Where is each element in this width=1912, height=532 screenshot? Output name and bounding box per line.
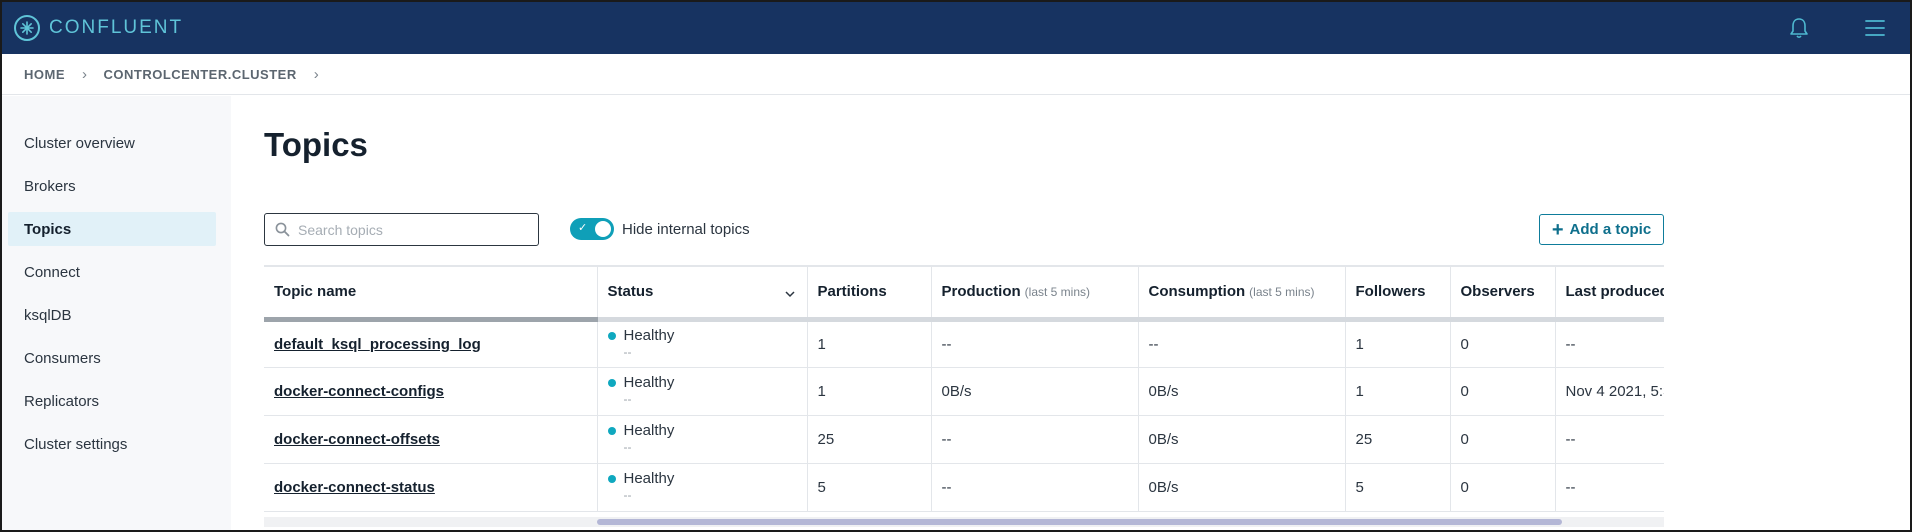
- column-header-topic-name[interactable]: Topic name: [264, 267, 598, 322]
- confluent-logo[interactable]: CONFLUENT: [14, 15, 183, 41]
- status-cell: Healthy --: [597, 463, 808, 512]
- consumption-cell: 0B/s: [1138, 463, 1346, 512]
- column-header-last-produced[interactable]: Last produced(: [1555, 267, 1664, 322]
- sidebar-item-cluster-overview[interactable]: Cluster overview: [8, 126, 216, 160]
- topic-name-cell: docker-connect-status: [264, 463, 598, 512]
- observers-cell: 0: [1450, 463, 1556, 512]
- status-dot: [607, 332, 616, 341]
- observers-cell: 0: [1450, 367, 1556, 416]
- column-header-followers[interactable]: Followers: [1345, 267, 1451, 322]
- hide-internal-topics-toggle[interactable]: ✓: [570, 218, 614, 240]
- column-header-observers[interactable]: Observers: [1450, 267, 1556, 322]
- status-dot: [607, 379, 616, 388]
- status-cell: Healthy --: [597, 415, 808, 464]
- breadcrumb-cluster[interactable]: CONTROLCENTER.CLUSTER: [104, 67, 297, 82]
- last-produced-cell: Nov 4 2021, 5:39: [1555, 367, 1664, 416]
- column-header-partitions[interactable]: Partitions: [807, 267, 932, 322]
- search-icon: [275, 222, 290, 237]
- sidebar-item-ksqldb[interactable]: ksqlDB: [8, 298, 216, 332]
- production-cell: --: [931, 463, 1139, 512]
- consumption-cell: --: [1138, 319, 1346, 368]
- sidebar-item-replicators[interactable]: Replicators: [8, 384, 216, 418]
- status-dot: [607, 427, 616, 436]
- followers-cell: 1: [1345, 319, 1451, 368]
- bell-icon[interactable]: [1784, 13, 1814, 43]
- check-icon: ✓: [578, 222, 588, 234]
- last-produced-cell: --: [1555, 319, 1664, 368]
- topic-name-cell: docker-connect-configs: [264, 367, 598, 416]
- chevron-down-icon[interactable]: [784, 285, 795, 302]
- consumption-cell: 0B/s: [1138, 367, 1346, 416]
- partitions-cell: 1: [807, 319, 932, 368]
- partitions-cell: 1: [807, 367, 932, 416]
- sidebar: Cluster overview Brokers Topics Connect …: [2, 96, 231, 530]
- topic-link[interactable]: default_ksql_processing_log: [274, 336, 481, 353]
- add-topic-label: Add a topic: [1569, 221, 1652, 238]
- breadcrumb: HOME › CONTROLCENTER.CLUSTER ›: [2, 54, 1910, 95]
- topics-table-container: Topic name Status Partitions Production(…: [264, 265, 1664, 530]
- table-row[interactable]: docker-connect-offsets Healthy -- 25 -- 0…: [264, 415, 1664, 464]
- production-cell: --: [931, 415, 1139, 464]
- topic-link[interactable]: docker-connect-offsets: [274, 431, 440, 448]
- add-topic-button[interactable]: + Add a topic: [1539, 214, 1664, 245]
- partitions-cell: 5: [807, 463, 932, 512]
- sidebar-item-cluster-settings[interactable]: Cluster settings: [8, 427, 216, 461]
- sidebar-item-connect[interactable]: Connect: [8, 255, 216, 289]
- breadcrumb-home[interactable]: HOME: [24, 67, 65, 82]
- column-header-status[interactable]: Status: [597, 267, 808, 322]
- column-header-production[interactable]: Production (last 5 mins): [931, 267, 1139, 322]
- topic-name-cell: docker-connect-offsets: [264, 415, 598, 464]
- status-cell: Healthy --: [597, 367, 808, 416]
- followers-cell: 1: [1345, 367, 1451, 416]
- consumption-cell: 0B/s: [1138, 415, 1346, 464]
- followers-cell: 25: [1345, 415, 1451, 464]
- observers-cell: 0: [1450, 415, 1556, 464]
- search-input[interactable]: [298, 221, 518, 238]
- topic-name-cell: default_ksql_processing_log: [264, 319, 598, 368]
- chevron-right-icon: ›: [313, 65, 320, 83]
- followers-cell: 5: [1345, 463, 1451, 512]
- observers-cell: 0: [1450, 319, 1556, 368]
- sidebar-item-consumers[interactable]: Consumers: [8, 341, 216, 375]
- status-cell: Healthy --: [597, 319, 808, 368]
- app-window: CONFLUENT HOME › CONTROLCENTER.CLUSTER ›…: [0, 0, 1912, 532]
- topic-link[interactable]: docker-connect-status: [274, 479, 435, 496]
- production-cell: --: [931, 319, 1139, 368]
- search-box[interactable]: [264, 213, 539, 246]
- plus-icon: +: [1551, 218, 1564, 241]
- toggle-knob: [595, 221, 611, 237]
- sidebar-item-brokers[interactable]: Brokers: [8, 169, 216, 203]
- last-produced-cell: --: [1555, 463, 1664, 512]
- page-title: Topics: [264, 126, 368, 163]
- partitions-cell: 25: [807, 415, 932, 464]
- column-header-consumption[interactable]: Consumption (last 5 mins): [1138, 267, 1346, 322]
- hide-internal-topics-toggle-group: ✓ Hide internal topics: [570, 218, 750, 240]
- hamburger-menu-icon[interactable]: [1860, 13, 1890, 43]
- status-dot: [607, 475, 616, 484]
- confluent-logo-icon: [14, 15, 40, 41]
- brand-name: CONFLUENT: [49, 17, 184, 38]
- table-header-row: Topic name Status Partitions Production(…: [264, 267, 1664, 322]
- sidebar-item-topics[interactable]: Topics: [8, 212, 216, 246]
- topic-link[interactable]: docker-connect-configs: [274, 383, 444, 400]
- last-produced-cell: --: [1555, 415, 1664, 464]
- chevron-right-icon: ›: [82, 65, 88, 83]
- table-row[interactable]: docker-connect-status Healthy -- 5 -- 0B/…: [264, 463, 1664, 512]
- table-row[interactable]: default_ksql_processing_log Healthy -- 1 …: [264, 319, 1664, 368]
- top-navigation-bar: CONFLUENT: [2, 2, 1910, 54]
- production-cell: 0B/s: [931, 367, 1139, 416]
- toggle-label: Hide internal topics: [622, 220, 750, 238]
- horizontal-scrollbar-thumb[interactable]: [597, 519, 1562, 525]
- table-row[interactable]: docker-connect-configs Healthy -- 1 0B/s …: [264, 367, 1664, 416]
- topics-table: Topic name Status Partitions Production(…: [264, 267, 1664, 512]
